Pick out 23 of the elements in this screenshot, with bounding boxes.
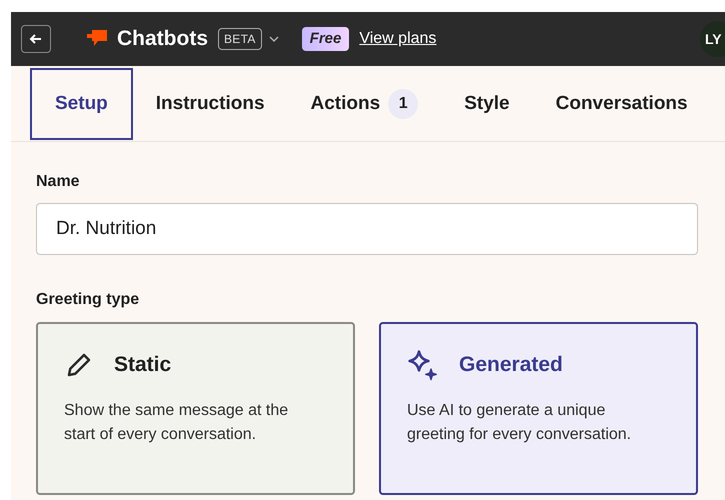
view-plans-link[interactable]: View plans [359,27,436,51]
name-label: Name [36,172,81,192]
option-description: Use AI to generate a unique greeting for every conversation. [407,401,632,445]
greeting-option-card[interactable]: Generated Use AI to generate a unique greeting for every conversation. [379,322,698,495]
greeting-type-label: Greeting type [36,290,140,310]
back-button[interactable] [21,25,51,53]
name-field[interactable]: Dr. Nutrition [36,203,698,255]
tab[interactable]: Actions 1 [288,68,442,140]
beta-badge: BETA [218,28,262,50]
option-title: Generated [459,352,563,378]
tab[interactable]: Style [441,68,533,140]
greeting-option-card[interactable]: Static Show the same message at the start of every conversation. [36,322,355,495]
option-description: Show the same message at the start of every conversation. [64,400,290,444]
chat-logo-icon [87,30,107,48]
tab[interactable]: Setup [30,68,133,140]
user-avatar[interactable]: LY [700,21,725,57]
tab[interactable]: Instructions [132,68,288,140]
sparkle-icon [407,349,439,381]
app-title: Chatbots [117,26,208,52]
count-badge: 1 [388,89,418,119]
tab[interactable]: Conversations [532,68,711,140]
option-title: Static [114,352,172,378]
plan-badge: Free [302,26,350,52]
